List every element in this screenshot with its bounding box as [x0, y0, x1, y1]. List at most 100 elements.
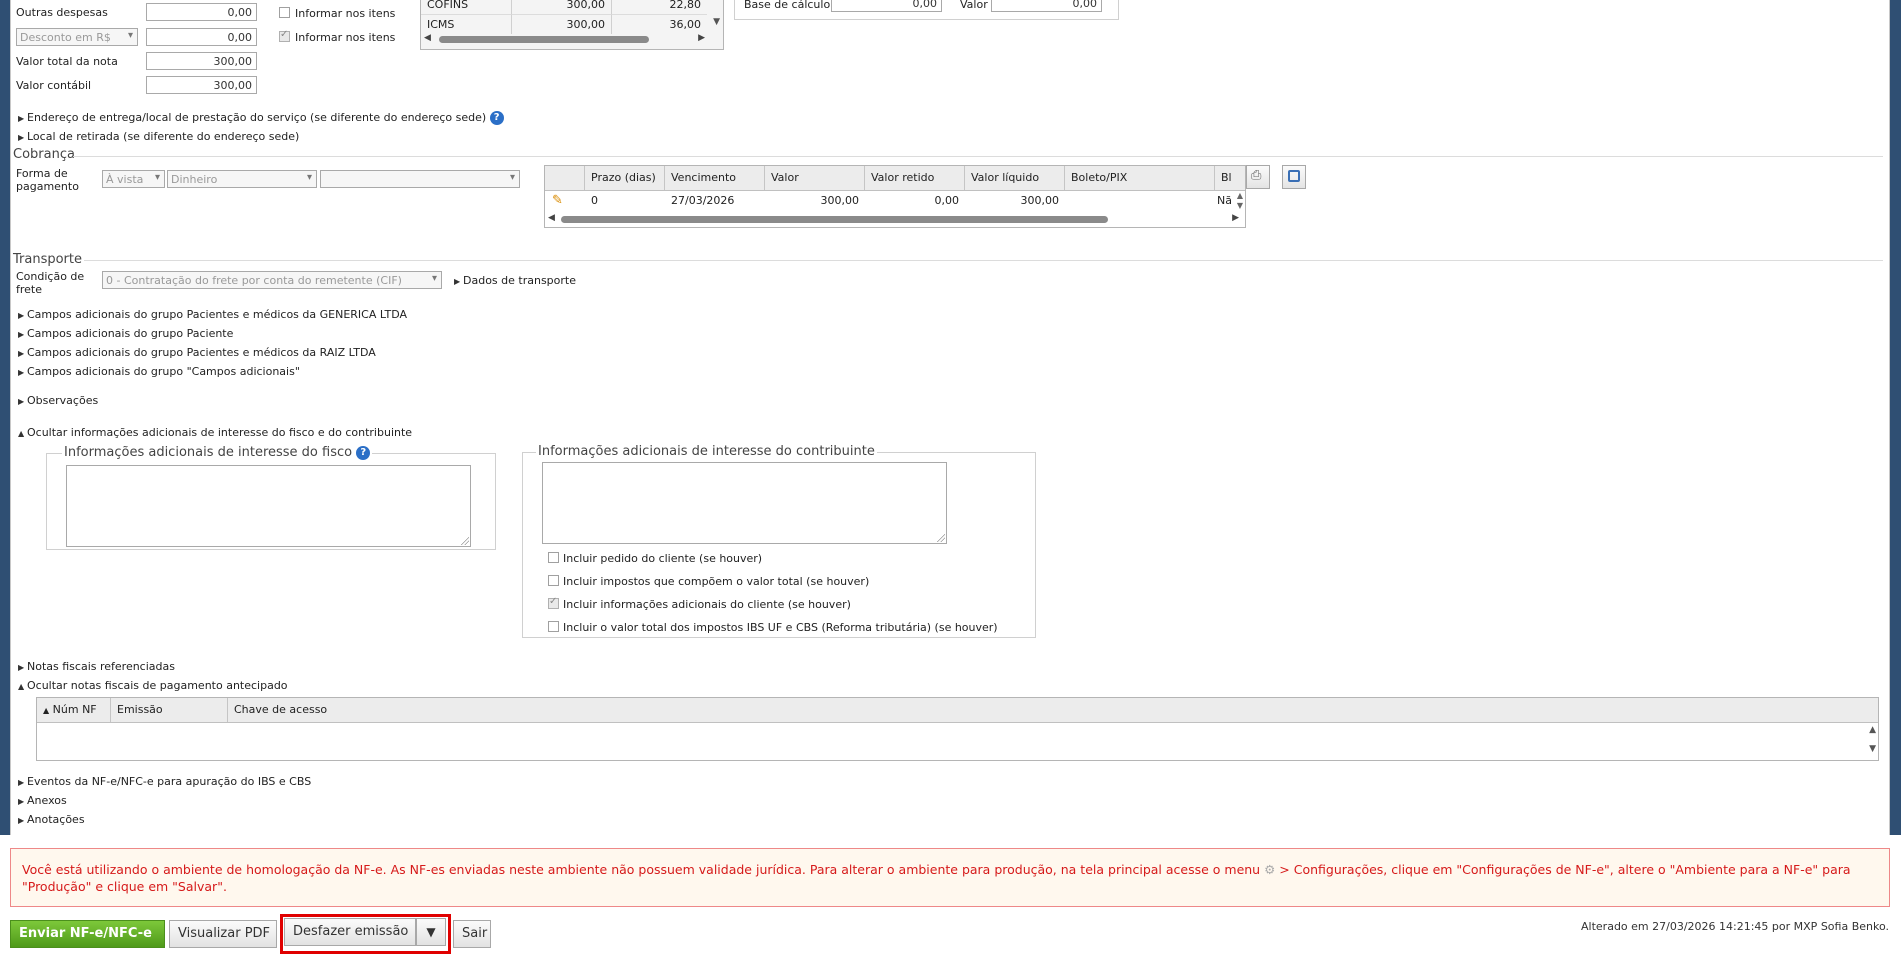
header-valor[interactable]: Valor	[765, 166, 865, 190]
campos-adicionais-label: Campos adicionais do grupo Pacientes e m…	[27, 308, 407, 321]
cell-retido[interactable]: 0,00	[865, 191, 965, 211]
campos-adicionais-toggle-1[interactable]: ▶ Campos adicionais do grupo Pacientes e …	[18, 308, 407, 321]
cell-liquido[interactable]: 300,00	[965, 191, 1065, 211]
header-prazo[interactable]: Prazo (dias)	[585, 166, 665, 190]
barcode-icon	[1288, 170, 1300, 182]
help-icon[interactable]: ?	[356, 445, 371, 460]
prazo-select[interactable]: À vista ▾	[102, 170, 165, 188]
cell-prazo[interactable]: 0	[585, 191, 665, 211]
info-fisco-legend-text: Informações adicionais de interesse do f…	[64, 445, 353, 460]
header-boleto-pix[interactable]: Boleto/PIX	[1065, 166, 1215, 190]
campos-adicionais-toggle-3[interactable]: ▶ Campos adicionais do grupo Pacientes e …	[18, 346, 376, 359]
parcelas-table: Prazo (dias) Vencimento Valor Valor reti…	[544, 165, 1246, 228]
scroll-left-icon[interactable]: ◀	[424, 33, 431, 43]
notas-referenciadas-label: Notas fiscais referenciadas	[27, 660, 175, 673]
scroll-down-icon[interactable]: ▼	[1869, 744, 1876, 754]
caret-right-icon: ▶	[18, 133, 25, 142]
resize-grip-icon[interactable]	[461, 537, 469, 545]
incluir-info-cliente-checkbox[interactable]	[548, 596, 559, 609]
incluir-pedido-checkbox[interactable]	[548, 552, 559, 563]
anexos-toggle[interactable]: ▶ Anexos	[18, 794, 67, 807]
ocultar-info-toggle[interactable]: ▲ Ocultar informações adicionais de inter…	[18, 426, 412, 439]
barcode-button[interactable]	[1282, 165, 1306, 189]
endereco-entrega-toggle[interactable]: ▶ Endereço de entrega/local de prestação …	[18, 111, 504, 125]
info-contrib-textarea[interactable]	[542, 462, 947, 544]
tax-table-hscroll[interactable]: ◀ ▶	[421, 33, 723, 45]
observacoes-toggle[interactable]: ▶ Observações	[18, 394, 98, 407]
caret-down-icon: ▼	[426, 925, 436, 939]
campos-adicionais-label: Campos adicionais do grupo Paciente	[27, 327, 234, 340]
notas-antecipado-table: ▲ Núm NF Emissão Chave de acesso ▲ ▼	[36, 697, 1879, 761]
cell-valor[interactable]: 300,00	[765, 191, 865, 211]
scroll-down-icon[interactable]: ▼	[713, 17, 720, 27]
outras-despesas-input[interactable]: 0,00	[146, 3, 257, 21]
campos-adicionais-toggle-2[interactable]: ▶ Campos adicionais do grupo Paciente	[18, 327, 233, 340]
campos-adicionais-label: Campos adicionais do grupo "Campos adici…	[27, 365, 300, 378]
scroll-up-icon[interactable]: ▲	[1869, 725, 1876, 735]
cell-vencimento[interactable]: 27/03/2026	[665, 191, 765, 211]
resize-grip-icon[interactable]	[937, 534, 945, 542]
scroll-left-icon[interactable]: ◀	[548, 213, 555, 223]
valor-input[interactable]: 0,00	[991, 0, 1102, 12]
notas-referenciadas-toggle[interactable]: ▶ Notas fiscais referenciadas	[18, 660, 175, 673]
caret-up-icon: ▲	[18, 429, 25, 438]
base-calculo-input[interactable]: 0,00	[831, 0, 942, 12]
desconto-type-value: Desconto em R$	[20, 31, 111, 44]
pencil-icon[interactable]: ✎	[552, 193, 563, 208]
scroll-right-icon[interactable]: ▶	[698, 33, 705, 43]
ocultar-notas-antecipado-toggle[interactable]: ▲ Ocultar notas fiscais de pagamento ante…	[18, 679, 288, 692]
valor-total-input[interactable]: 300,00	[146, 52, 257, 70]
prazo-select-value: À vista	[106, 173, 144, 186]
parcelas-hscroll[interactable]: ◀ ▶	[545, 213, 1245, 225]
transporte-title: Transporte	[13, 252, 82, 267]
endereco-entrega-label: Endereço de entrega/local de prestação d…	[27, 111, 487, 124]
header-vencimento[interactable]: Vencimento	[665, 166, 765, 190]
visualizar-pdf-button[interactable]: Visualizar PDF	[169, 920, 277, 948]
condicao-frete-value: 0 - Contratação do frete por conta do re…	[106, 274, 402, 287]
dados-transporte-toggle[interactable]: ▶ Dados de transporte	[454, 274, 576, 287]
anotacoes-toggle[interactable]: ▶ Anotações	[18, 813, 85, 826]
meio-pagamento-value: Dinheiro	[171, 173, 218, 186]
cell-boleto[interactable]	[1065, 191, 1215, 211]
incluir-impostos-checkbox[interactable]	[548, 575, 559, 586]
campos-adicionais-toggle-4[interactable]: ▶ Campos adicionais do grupo "Campos adic…	[18, 365, 300, 378]
help-icon[interactable]: ?	[489, 111, 504, 125]
scroll-thumb[interactable]	[439, 36, 649, 43]
scroll-right-icon[interactable]: ▶	[1232, 213, 1239, 223]
header-num-nf[interactable]: ▲ Núm NF	[37, 698, 111, 722]
header-valor-liquido[interactable]: Valor líquido	[965, 166, 1065, 190]
local-retirada-toggle[interactable]: ▶ Local de retirada (se diferente do ende…	[18, 130, 299, 143]
cell-bl[interactable]: Nã	[1215, 191, 1233, 211]
incluir-info-cliente-label: Incluir informações adicionais do client…	[563, 598, 851, 611]
valor-contabil-label: Valor contábil	[16, 79, 92, 92]
vscroll-arrows-icon[interactable]: ▲ ▼	[1237, 191, 1243, 211]
condicao-frete-select[interactable]: 0 - Contratação do frete por conta do re…	[102, 271, 442, 289]
valor-contabil-input[interactable]: 300,00	[146, 76, 257, 94]
caret-right-icon: ▶	[18, 778, 25, 787]
incluir-ibs-cbs-checkbox[interactable]	[548, 621, 559, 632]
scroll-thumb[interactable]	[561, 216, 1108, 223]
header-bl[interactable]: Bl	[1215, 166, 1245, 190]
campos-adicionais-label: Campos adicionais do grupo Pacientes e m…	[27, 346, 376, 359]
enviar-nfe-button[interactable]: Enviar NF-e/NFC-e	[10, 920, 165, 948]
header-chave-acesso[interactable]: Chave de acesso	[228, 698, 1878, 722]
informar-itens-label-2: Informar nos itens	[295, 31, 396, 44]
chevron-down-icon: ▾	[127, 30, 133, 41]
desfazer-dropdown-button[interactable]: ▼	[416, 918, 446, 946]
warning-text-1: Você está utilizando o ambiente de homol…	[22, 862, 1261, 877]
desconto-type-select[interactable]: Desconto em R$ ▾	[16, 28, 138, 46]
info-fisco-textarea[interactable]	[66, 465, 471, 547]
conta-select[interactable]: ▾	[320, 170, 520, 188]
gear-icon[interactable]: ⚙	[1264, 862, 1275, 877]
desconto-input[interactable]: 0,00	[146, 28, 257, 46]
meio-pagamento-select[interactable]: Dinheiro ▾	[167, 170, 317, 188]
header-emissao[interactable]: Emissão	[111, 698, 228, 722]
desfazer-emissao-button[interactable]: Desfazer emissão	[284, 918, 416, 946]
header-valor-retido[interactable]: Valor retido	[865, 166, 965, 190]
informar-itens-checkbox-2[interactable]	[279, 29, 290, 42]
sair-button[interactable]: Sair	[453, 920, 491, 948]
print-button[interactable]: ⎙	[1246, 165, 1270, 189]
eventos-toggle[interactable]: ▶ Eventos da NF-e/NFC-e para apuração do …	[18, 775, 311, 788]
informar-itens-checkbox-1[interactable]	[279, 7, 290, 18]
caret-up-icon: ▲	[18, 682, 25, 691]
